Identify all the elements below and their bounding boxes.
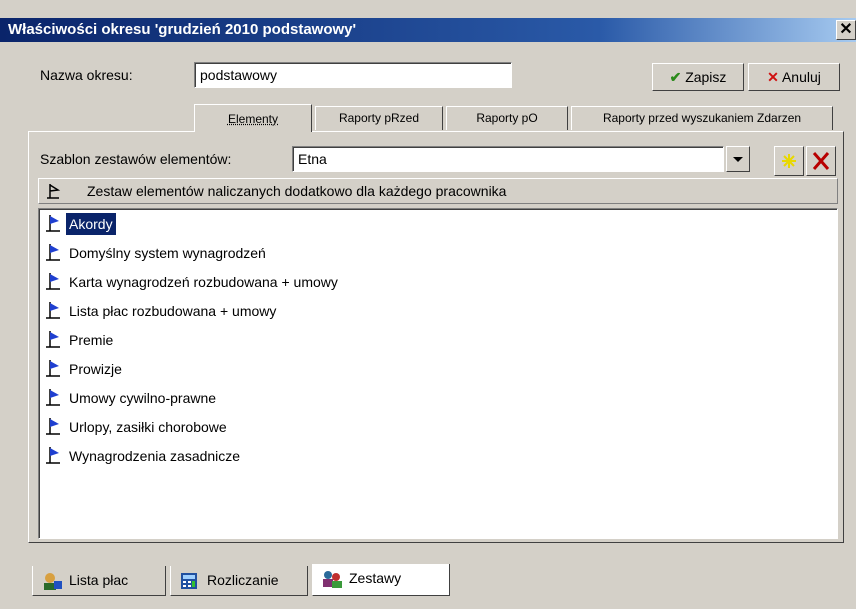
bottom-tab-rozliczanie[interactable]: Rozliczanie	[170, 566, 308, 596]
delete-template-button[interactable]	[806, 146, 836, 176]
close-button[interactable]: ✕	[836, 20, 856, 40]
bottom-tab-lista-plac-label: Lista płac	[69, 572, 129, 588]
tab-raporty-zdarzen-label: Raporty przed wyszukaniem Zdarzen	[602, 111, 802, 125]
star-icon	[782, 154, 796, 168]
cross-icon: ✕	[767, 69, 779, 85]
list-item[interactable]: Premie	[44, 329, 116, 351]
list-item[interactable]: Karta wynagrodzeń rozbudowana + umowy	[44, 271, 341, 293]
flag-icon	[47, 184, 61, 199]
sets-list[interactable]: Akordy Domyślny system wynagrodzeń Karta w…	[38, 208, 838, 539]
template-label: Szablon zestawów elementów:	[40, 151, 232, 167]
flag-icon	[44, 213, 66, 239]
list-item[interactable]: Umowy cywilno-prawne	[44, 387, 219, 409]
save-label: Zapisz	[685, 69, 727, 85]
tab-raporty-przed[interactable]: Raporty pRzed	[315, 106, 443, 130]
window-title: Właściwości okresu 'grudzień 2010 podsta…	[8, 21, 357, 38]
list-item[interactable]: Domyślny system wynagrodzeń	[44, 242, 269, 264]
flag-icon	[44, 416, 66, 442]
tab-elementy-label: Elementy	[227, 112, 279, 126]
list-item[interactable]: Wynagrodzenia zasadnicze	[44, 445, 243, 467]
list-item-label: Urlopy, zasiłki chorobowe	[69, 419, 227, 435]
sets-icon	[323, 571, 342, 589]
new-template-button[interactable]	[774, 146, 804, 176]
flag-icon	[44, 358, 66, 384]
list-header-label: Zestaw elementów naliczanych dodatkowo d…	[87, 183, 507, 199]
list-item-label: Domyślny system wynagrodzeń	[69, 245, 266, 261]
list-item[interactable]: Urlopy, zasiłki chorobowe	[44, 416, 230, 438]
person-icon	[44, 573, 62, 591]
close-icon: ✕	[839, 21, 853, 38]
calculator-icon	[181, 573, 197, 590]
template-select-value[interactable]: Etna	[292, 146, 724, 172]
list-item[interactable]: Prowizje	[44, 358, 125, 380]
cancel-label: Anuluj	[781, 69, 821, 85]
list-header[interactable]: Zestaw elementów naliczanych dodatkowo d…	[38, 178, 838, 204]
save-button[interactable]: ✔ Zapisz	[652, 63, 744, 91]
list-item[interactable]: Akordy	[44, 212, 117, 236]
tab-raporty-przed-label: Raporty pRzed	[338, 111, 420, 125]
list-item[interactable]: Lista płac rozbudowana + umowy	[44, 300, 279, 322]
flag-icon	[44, 387, 66, 413]
bottom-tab-zestawy[interactable]: Zestawy	[312, 564, 450, 596]
tab-raporty-zdarzen[interactable]: Raporty przed wyszukaniem Zdarzen	[571, 106, 833, 130]
bottom-tab-lista-plac[interactable]: Lista płac	[32, 566, 166, 596]
title-bar[interactable]: Właściwości okresu 'grudzień 2010 podsta…	[0, 18, 856, 42]
bottom-tab-rozliczanie-label: Rozliczanie	[207, 572, 279, 588]
bottom-tab-zestawy-label: Zestawy	[349, 570, 402, 586]
list-item-label: Premie	[69, 332, 114, 348]
tab-elementy[interactable]: Elementy	[194, 104, 312, 132]
template-select[interactable]: Etna	[292, 146, 750, 172]
list-item-label: Lista płac rozbudowana + umowy	[69, 303, 277, 319]
flag-icon	[44, 329, 66, 355]
check-icon: ✔	[669, 69, 682, 85]
list-item-label: Umowy cywilno-prawne	[69, 390, 217, 406]
period-name-input[interactable]: podstawowy	[194, 62, 512, 88]
flag-icon	[44, 271, 66, 297]
template-dropdown-button[interactable]	[726, 146, 750, 172]
flag-icon	[44, 445, 66, 471]
delete-icon	[812, 152, 830, 170]
list-item-label: Wynagrodzenia zasadnicze	[69, 448, 241, 464]
list-item-label: Prowizje	[69, 361, 122, 377]
properties-window: Właściwości okresu 'grudzień 2010 podsta…	[0, 0, 856, 609]
period-name-label: Nazwa okresu:	[40, 67, 133, 83]
cancel-button[interactable]: ✕ Anuluj	[748, 63, 840, 91]
list-item-label: Akordy	[65, 212, 117, 236]
chevron-down-icon	[733, 157, 743, 162]
list-item-label: Karta wynagrodzeń rozbudowana + umowy	[69, 274, 338, 290]
flag-icon	[44, 242, 66, 268]
tab-raporty-po[interactable]: Raporty pO	[446, 106, 568, 130]
tab-raporty-po-label: Raporty pO	[476, 111, 538, 125]
flag-icon	[44, 300, 66, 326]
